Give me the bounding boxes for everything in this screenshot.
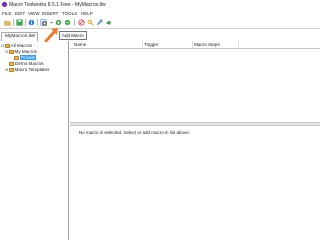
hand-icon[interactable] xyxy=(105,19,112,26)
no-selection-message: No macro is selected. Select or add macr… xyxy=(79,130,191,135)
window-title: Macro Toolworks 8.5.1 Free - MyMacros.tl… xyxy=(9,2,106,8)
column-separator[interactable] xyxy=(142,41,143,48)
toolbar-separator xyxy=(74,19,75,26)
folder-icon xyxy=(9,61,14,66)
column-separator[interactable] xyxy=(192,41,193,48)
folder-icon xyxy=(8,68,14,72)
menu-insert[interactable]: INSERT xyxy=(42,11,58,16)
title-bar: Macro Toolworks 8.5.1 Free - MyMacros.tl… xyxy=(0,0,320,10)
pointer-arrow-icon xyxy=(44,28,58,42)
tree-item-macro-templates[interactable]: ⊞ Macro Templates xyxy=(5,67,49,73)
add-item-icon[interactable] xyxy=(64,19,71,26)
macro-tree: ⊟ All Macros ⊟ My Macros Private Demo Macr… xyxy=(0,41,69,240)
macro-list[interactable] xyxy=(70,48,320,122)
menu-view[interactable]: VIEW xyxy=(28,11,40,16)
folder-icon xyxy=(8,50,14,54)
column-name[interactable]: Name xyxy=(74,41,86,48)
cancel-icon[interactable] xyxy=(78,19,85,26)
save-icon[interactable] xyxy=(16,19,23,26)
add-folder-icon[interactable] xyxy=(55,19,62,26)
toolbar-separator xyxy=(37,19,38,26)
menu-edit[interactable]: EDIT xyxy=(15,11,25,16)
settings-icon[interactable] xyxy=(96,19,103,26)
menu-tools[interactable]: TOOLS xyxy=(62,11,77,16)
macro-details-pane: No macro is selected. Select or add macr… xyxy=(70,126,320,240)
folder-icon xyxy=(4,44,10,48)
column-trigger[interactable]: Trigger xyxy=(144,41,158,48)
dropdown-arrow-icon[interactable] xyxy=(48,19,53,26)
menu-bar: FILE EDIT VIEW INSERT TOOLS HELP xyxy=(0,10,320,17)
folder-open-icon[interactable] xyxy=(4,19,11,26)
menu-help[interactable]: HELP xyxy=(81,11,93,16)
tooltip: Add Macro xyxy=(59,31,87,40)
column-macro-steps[interactable]: Macro Steps xyxy=(194,41,220,48)
toolbar-separator xyxy=(25,19,26,26)
folder-icon xyxy=(14,55,19,60)
close-icon[interactable]: × xyxy=(33,33,36,39)
column-separator[interactable] xyxy=(238,41,239,48)
search-icon[interactable] xyxy=(87,19,94,26)
app-icon xyxy=(2,2,7,7)
add-macro-icon[interactable] xyxy=(40,19,48,27)
menu-file[interactable]: FILE xyxy=(2,11,12,16)
info-icon[interactable] xyxy=(28,19,35,26)
toolbar-separator xyxy=(13,19,14,26)
